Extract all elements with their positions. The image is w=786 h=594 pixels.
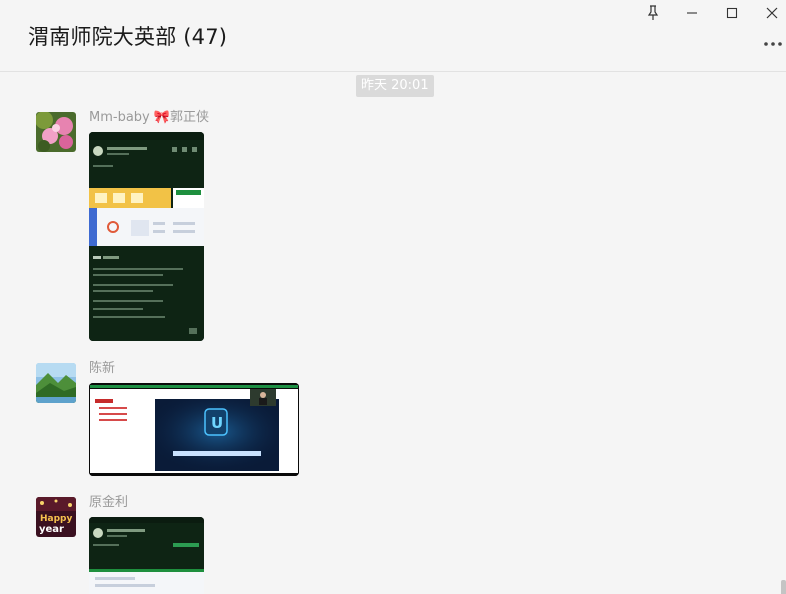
image-message[interactable] xyxy=(89,132,204,341)
pin-icon xyxy=(646,5,660,21)
phone-screenshot-image xyxy=(89,132,204,341)
more-horizontal-icon xyxy=(763,41,783,47)
maximize-icon xyxy=(726,7,738,19)
sender-name: 陈新 xyxy=(89,361,116,376)
message-list[interactable]: 昨天 20:01 Mm-baby 🎀郭正侠 陈新 U Happy year 原金… xyxy=(0,73,786,594)
phone-screenshot-image xyxy=(89,517,204,594)
image-message[interactable]: U xyxy=(89,383,299,476)
chat-header: 渭南师院大英部 (47) xyxy=(0,0,786,72)
svg-text:Happy: Happy xyxy=(40,514,72,524)
minimize-button[interactable] xyxy=(681,4,703,22)
video-meeting-screenshot-image: U xyxy=(89,383,299,476)
avatar[interactable] xyxy=(36,363,76,403)
pin-button[interactable] xyxy=(642,4,664,22)
flower-photo-avatar xyxy=(36,112,76,152)
scrollbar-thumb[interactable] xyxy=(781,580,786,594)
timestamp-chip: 昨天 20:01 xyxy=(356,75,434,97)
maximize-button[interactable] xyxy=(721,4,743,22)
avatar[interactable] xyxy=(36,112,76,152)
svg-text:U: U xyxy=(211,414,223,432)
sender-name: Mm-baby 🎀郭正侠 xyxy=(89,110,210,125)
svg-text:year: year xyxy=(39,524,64,535)
sender-name: 原金利 xyxy=(89,495,129,510)
landscape-avatar xyxy=(36,363,76,403)
avatar[interactable]: Happy year xyxy=(36,497,76,537)
minimize-icon xyxy=(686,7,698,19)
more-button[interactable] xyxy=(760,34,786,54)
close-icon xyxy=(766,7,778,19)
image-message[interactable] xyxy=(89,517,204,594)
chat-window: 渭南师院大英部 (47) 昨天 20:01 Mm-baby 🎀郭正侠 陈新 U … xyxy=(0,0,786,594)
close-button[interactable] xyxy=(761,4,783,22)
new-year-avatar: Happy year xyxy=(36,497,76,537)
chat-title: 渭南师院大英部 (47) xyxy=(28,25,228,49)
